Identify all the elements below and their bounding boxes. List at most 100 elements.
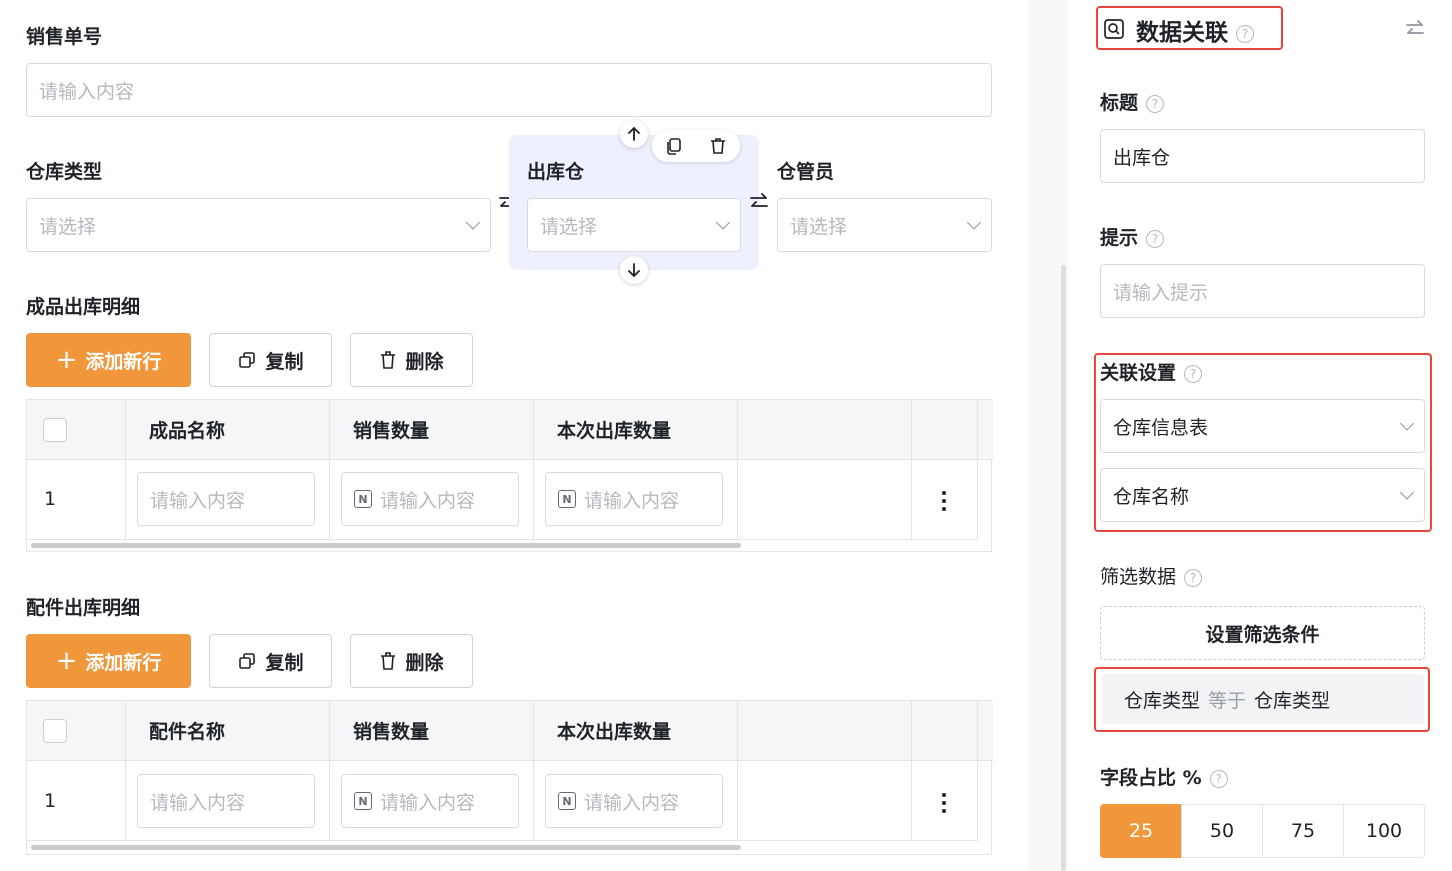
- delete-icon[interactable]: [708, 136, 728, 156]
- add-row-label: 添加新行: [85, 651, 162, 674]
- filter-condition[interactable]: 仓库类型 等于 仓库类型: [1102, 674, 1424, 724]
- hint-input[interactable]: 请输入提示: [1100, 264, 1425, 318]
- number-icon: N: [354, 792, 372, 810]
- title-input[interactable]: 出库仓: [1100, 129, 1425, 183]
- delete-rows-button[interactable]: 删除: [350, 333, 473, 387]
- number-icon: N: [354, 490, 372, 508]
- number-icon: N: [558, 490, 576, 508]
- copy-icon[interactable]: [664, 136, 684, 156]
- outbound-qty-input[interactable]: N 请输入内容: [545, 472, 723, 526]
- hint-placeholder: 请输入提示: [1113, 281, 1209, 304]
- delete-label: 删除: [405, 350, 444, 373]
- chevron-down-icon: [465, 215, 481, 230]
- column-header: 配件名称: [125, 701, 329, 761]
- help-icon[interactable]: ?: [1209, 769, 1228, 788]
- add-row-button[interactable]: + 添加新行: [26, 634, 191, 688]
- column-header: 销售数量: [329, 701, 533, 761]
- more-vertical-icon[interactable]: [942, 793, 946, 813]
- title-label-text: 标题: [1100, 92, 1139, 114]
- relation-label-text: 关联设置: [1100, 362, 1177, 384]
- relation-table-value: 仓库信息表: [1113, 416, 1209, 439]
- add-row-button[interactable]: + 添加新行: [26, 333, 191, 387]
- width-option-label: 100: [1365, 820, 1403, 842]
- cell-placeholder: 请输入内容: [584, 489, 680, 512]
- help-icon[interactable]: ?: [1146, 94, 1165, 113]
- relation-field-value: 仓库名称: [1113, 485, 1190, 508]
- keeper-label: 仓管员: [777, 161, 835, 183]
- cell-placeholder: 请输入内容: [584, 791, 680, 814]
- select-all-checkbox[interactable]: [43, 418, 67, 442]
- width-option-75[interactable]: 75: [1262, 804, 1344, 858]
- vertical-scrollbar[interactable]: [1061, 265, 1066, 871]
- product-table: 成品名称 销售数量 本次出库数量 1 请输入内容 N 请输入内容 N 请输入内容: [26, 399, 993, 552]
- width-label: 字段占比 %?: [1100, 763, 1228, 790]
- delete-rows-button[interactable]: 删除: [350, 634, 473, 688]
- keeper-select[interactable]: 请选择: [777, 198, 992, 252]
- delete-icon: [381, 652, 396, 670]
- column-header: 销售数量: [329, 400, 533, 460]
- part-name-input[interactable]: 请输入内容: [137, 774, 315, 828]
- swap-horizontal-icon[interactable]: [748, 190, 770, 214]
- sales-qty-input[interactable]: N 请输入内容: [341, 472, 519, 526]
- copy-rows-button[interactable]: 复制: [209, 333, 332, 387]
- column-header: 成品名称: [125, 400, 329, 460]
- filter-label-text: 筛选数据: [1100, 566, 1177, 588]
- sales-no-placeholder: 请输入内容: [39, 80, 135, 103]
- column-header: 本次出库数量: [533, 400, 737, 460]
- delete-icon: [381, 351, 396, 369]
- product-section-title: 成品出库明细: [26, 296, 141, 318]
- sales-qty-input[interactable]: N 请输入内容: [341, 774, 519, 828]
- panel-header-title: 数据关联?: [1136, 13, 1254, 47]
- parts-table: 配件名称 销售数量 本次出库数量 1 请输入内容 N 请输入内容 N 请输入内容: [26, 700, 993, 855]
- copy-icon: [239, 653, 256, 669]
- plus-icon: +: [55, 646, 78, 676]
- title-value: 出库仓: [1113, 146, 1171, 169]
- help-icon[interactable]: ?: [1184, 568, 1203, 587]
- number-icon: N: [558, 792, 576, 810]
- set-filter-button[interactable]: 设置筛选条件: [1100, 606, 1425, 660]
- plus-icon: +: [55, 345, 78, 375]
- move-down-icon[interactable]: [620, 256, 648, 284]
- copy-label: 复制: [265, 350, 304, 373]
- title-label: 标题?: [1100, 88, 1165, 115]
- switch-icon[interactable]: [1404, 18, 1426, 40]
- help-icon[interactable]: ?: [1184, 364, 1203, 383]
- copy-rows-button[interactable]: 复制: [209, 634, 332, 688]
- filter-left-field: 仓库类型: [1124, 689, 1201, 712]
- sales-no-input[interactable]: 请输入内容: [26, 63, 992, 117]
- cell-placeholder: 请输入内容: [380, 489, 476, 512]
- relation-field-select[interactable]: 仓库名称: [1100, 468, 1425, 522]
- outbound-qty-input[interactable]: N 请输入内容: [545, 774, 723, 828]
- select-all-checkbox[interactable]: [43, 719, 67, 743]
- help-icon[interactable]: ?: [1236, 24, 1254, 43]
- horizontal-scrollbar[interactable]: [31, 543, 741, 548]
- relation-table-select[interactable]: 仓库信息表: [1100, 399, 1425, 453]
- data-link-icon: [1103, 18, 1125, 40]
- width-option-label: 25: [1128, 820, 1154, 842]
- cell-placeholder: 请输入内容: [380, 791, 476, 814]
- width-option-25[interactable]: 25: [1100, 804, 1182, 858]
- chevron-down-icon: [715, 215, 731, 230]
- width-option-50[interactable]: 50: [1181, 804, 1263, 858]
- product-name-input[interactable]: 请输入内容: [137, 472, 315, 526]
- horizontal-scrollbar[interactable]: [31, 845, 741, 850]
- filter-right-field: 仓库类型: [1254, 689, 1331, 712]
- hint-label-text: 提示: [1100, 227, 1139, 249]
- help-icon[interactable]: ?: [1146, 229, 1165, 248]
- width-option-label: 75: [1290, 820, 1316, 842]
- warehouse-type-select[interactable]: 请选择: [26, 198, 491, 252]
- more-vertical-icon[interactable]: [942, 491, 946, 511]
- copy-icon: [239, 352, 256, 368]
- outbound-warehouse-select[interactable]: 请选择: [527, 198, 741, 252]
- parts-section-title: 配件出库明细: [26, 597, 141, 619]
- copy-label: 复制: [265, 651, 304, 674]
- outbound-warehouse-placeholder: 请选择: [540, 215, 598, 238]
- set-filter-label: 设置筛选条件: [1205, 623, 1320, 646]
- warehouse-type-label: 仓库类型: [26, 161, 103, 183]
- outbound-warehouse-label: 出库仓: [527, 161, 585, 183]
- hint-label: 提示?: [1100, 223, 1165, 250]
- add-row-label: 添加新行: [85, 350, 162, 373]
- move-up-icon[interactable]: [620, 120, 648, 148]
- width-label-text: 字段占比 %: [1100, 767, 1202, 789]
- width-option-100[interactable]: 100: [1343, 804, 1425, 858]
